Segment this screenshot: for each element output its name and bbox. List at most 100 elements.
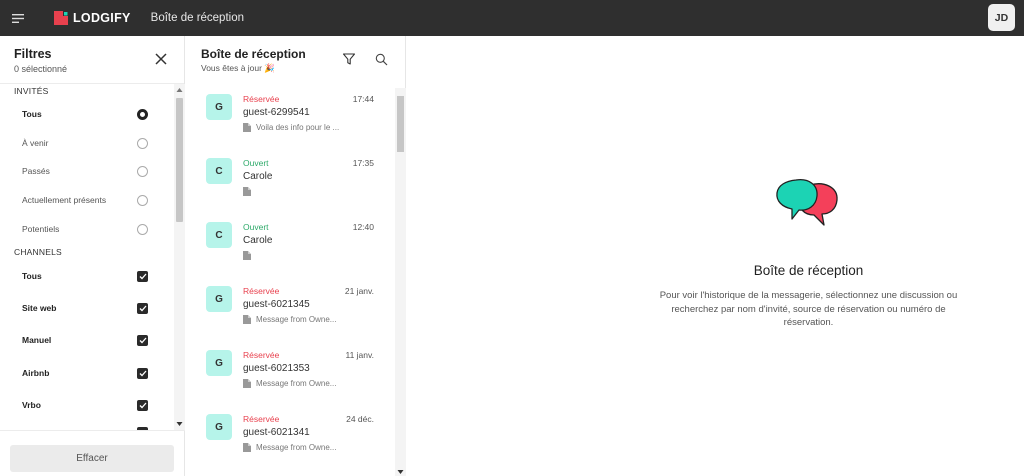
conversation-status: Réservée (243, 286, 280, 296)
conversation-status: Réservée (243, 350, 280, 360)
option-label: Tous (22, 109, 42, 119)
conversation-item[interactable]: G Réservée 11 janv. guest-6021353 Messag… (186, 344, 394, 408)
guest-avatar: C (206, 222, 232, 248)
document-icon (243, 187, 251, 196)
guest-avatar: C (206, 158, 232, 184)
conversation-guest-name: guest-6021341 (243, 427, 310, 438)
conversation-list: G Réservée 17:44 guest-6299541 Voila des… (186, 88, 394, 476)
guests-section-label: INVITÉS (14, 86, 49, 96)
scrollbar-thumb[interactable] (397, 96, 404, 152)
conversation-guest-name: guest-6021345 (243, 299, 310, 310)
conversation-guest-name: Carole (243, 171, 273, 182)
conversation-item[interactable]: G Réservée 17:44 guest-6299541 Voila des… (186, 88, 394, 152)
close-icon[interactable] (154, 52, 168, 66)
scrollbar-thumb[interactable] (176, 98, 183, 222)
guest-filter-past[interactable]: Passés (0, 161, 172, 181)
guest-filter-all[interactable]: Tous (0, 104, 172, 124)
conversation-status: Ouvert (243, 222, 269, 232)
conversation-item[interactable]: G Réservée 21 janv. guest-6021345 Messag… (186, 280, 394, 344)
option-label: Vrbo (22, 400, 41, 410)
guest-avatar: G (206, 94, 232, 120)
channel-filter-airbnb[interactable]: Airbnb (0, 363, 172, 383)
channel-filter-all[interactable]: Tous (0, 266, 172, 286)
conversation-time: 17:35 (352, 158, 374, 168)
conversation-preview: Message from Owne... (243, 443, 355, 452)
guest-avatar: G (206, 286, 232, 312)
filters-footer: Effacer (0, 430, 185, 476)
radio-button[interactable] (137, 223, 148, 235)
conversation-item[interactable]: C Ouvert 17:35 Carole (186, 152, 394, 216)
preview-text: Message from Owne... (256, 443, 337, 452)
option-label: Airbnb (22, 368, 50, 378)
checkbox[interactable] (137, 334, 148, 346)
filters-panel: Filtres 0 sélectionné INVITÉS Tous À ven… (0, 36, 185, 476)
clear-filters-button[interactable]: Effacer (10, 445, 174, 472)
conversation-guest-name: Carole (243, 235, 273, 246)
checkbox[interactable] (137, 367, 148, 379)
filter-icon[interactable] (342, 52, 356, 66)
inbox-header: Boîte de réception Vous êtes à jour 🎉 (186, 36, 405, 80)
conversation-status: Ouvert (243, 158, 269, 168)
checkbox[interactable] (137, 399, 148, 411)
radio-button[interactable] (137, 194, 148, 206)
document-icon (243, 379, 251, 388)
page-title: Boîte de réception (150, 12, 244, 24)
conversation-preview (243, 187, 355, 196)
conversation-time: 11 janv. (345, 350, 374, 360)
channels-section-label: CHANNELS (14, 247, 62, 257)
brand-logo[interactable]: LODGIFY (54, 11, 131, 25)
guest-filter-current[interactable]: Actuellement présents (0, 190, 172, 210)
option-label: Potentiels (22, 224, 60, 234)
menu-icon[interactable] (0, 0, 36, 36)
radio-button[interactable] (137, 108, 148, 120)
preview-text: Message from Owne... (256, 315, 337, 324)
channel-filter-vrbo[interactable]: Vrbo (0, 395, 172, 415)
conversation-preview: Message from Owne... (243, 379, 355, 388)
conversation-guest-name: guest-6021353 (243, 363, 310, 374)
document-icon (243, 251, 251, 260)
scroll-down-arrow-icon[interactable] (176, 421, 183, 427)
conversation-guest-name: guest-6299541 (243, 107, 310, 118)
option-label: Site web (22, 303, 57, 313)
filters-scroll-area: INVITÉS Tous À venir Passés Actuellement… (0, 84, 185, 430)
option-label: Manuel (22, 335, 52, 345)
filters-header: Filtres 0 sélectionné (0, 36, 184, 84)
channel-filter-partial[interactable] (0, 422, 172, 430)
radio-button[interactable] (137, 137, 148, 149)
top-bar: LODGIFY Boîte de réception JD (0, 0, 1024, 36)
channel-filter-website[interactable]: Site web (0, 298, 172, 318)
inbox-panel: Boîte de réception Vous êtes à jour 🎉 G … (186, 36, 406, 476)
guest-avatar: G (206, 414, 232, 440)
checkbox[interactable] (137, 270, 148, 282)
conversation-preview: Message from Owne... (243, 315, 355, 324)
conversation-time: 21 janv. (344, 286, 374, 296)
guest-filter-potential[interactable]: Potentiels (0, 219, 172, 239)
user-avatar[interactable]: JD (988, 4, 1015, 31)
search-icon[interactable] (375, 53, 388, 66)
checkbox[interactable] (137, 302, 148, 314)
conversation-status: Réservée (243, 94, 280, 104)
conversation-item[interactable]: C Ouvert 12:40 Carole (186, 216, 394, 280)
scroll-down-arrow-icon[interactable] (397, 469, 404, 475)
option-label: Tous (22, 271, 42, 281)
guest-filter-upcoming[interactable]: À venir (0, 133, 172, 153)
conversation-item[interactable]: G Réservée 24 déc. guest-6021341 Message… (186, 408, 394, 472)
preview-text: Voila des info pour le ... (256, 123, 340, 132)
conversation-preview: Voila des info pour le ... (243, 123, 355, 132)
inbox-scrollbar[interactable] (395, 88, 406, 476)
empty-state-description: Pour voir l'historique de la messagerie,… (659, 290, 958, 328)
empty-state-title: Boîte de réception (753, 263, 864, 278)
brand-name: LODGIFY (73, 11, 131, 25)
conversation-time: 17:44 (352, 94, 374, 104)
chat-bubbles-icon (776, 179, 838, 226)
option-label: Actuellement présents (22, 195, 107, 205)
radio-button[interactable] (137, 165, 148, 177)
filters-scrollbar[interactable] (174, 84, 185, 430)
guest-avatar: G (206, 350, 232, 376)
conversation-detail-empty-state: Boîte de réception Pour voir l'historiqu… (407, 36, 1024, 476)
channel-filter-manual[interactable]: Manuel (0, 330, 172, 350)
lodgify-logo-icon (54, 11, 68, 25)
scroll-up-arrow-icon[interactable] (176, 87, 183, 93)
preview-text: Message from Owne... (256, 379, 337, 388)
option-label: À venir (22, 138, 49, 148)
